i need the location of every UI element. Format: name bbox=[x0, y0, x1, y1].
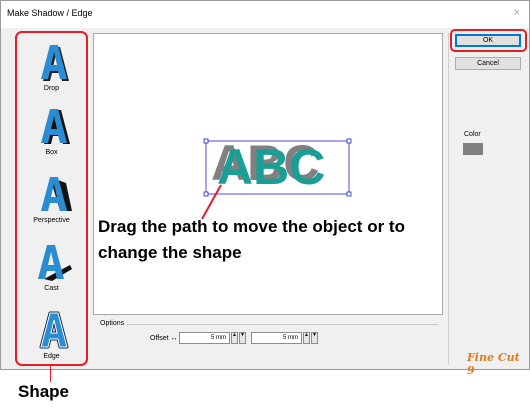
offset-label: Offset ↔ bbox=[150, 335, 178, 342]
shape-callout-line bbox=[50, 364, 51, 382]
shape-group-highlight bbox=[15, 31, 88, 366]
selection-handle bbox=[203, 191, 209, 197]
offset-x-spin-up-icon[interactable]: ▲ bbox=[231, 332, 238, 344]
preview-text: ABC bbox=[217, 139, 325, 195]
options-title: Options bbox=[100, 320, 125, 327]
color-swatch[interactable] bbox=[463, 143, 483, 155]
selection-handle bbox=[346, 191, 352, 197]
close-icon[interactable]: × bbox=[514, 7, 520, 19]
preview-canvas[interactable]: ABC ABC Drag the path to move the object… bbox=[93, 33, 443, 315]
fine-cut-logo: Fine Cut 9 bbox=[467, 351, 520, 377]
offset-x-spin-down-icon[interactable]: ▼ bbox=[239, 332, 246, 344]
horizontal-arrow-icon: ↔ bbox=[170, 335, 178, 342]
offset-y-spin-down-icon[interactable]: ▼ bbox=[311, 332, 318, 344]
offset-x-input[interactable]: 5 mm bbox=[179, 332, 230, 344]
drag-annotation: Drag the path to move the object or to c… bbox=[98, 217, 405, 262]
make-shadow-edge-dialog: Make Shadow / Edge × Drop Box Perspectiv… bbox=[0, 0, 530, 377]
right-panel-divider bbox=[448, 33, 449, 365]
offset-y-spin-up-icon[interactable]: ▲ bbox=[303, 332, 310, 344]
shape-caption: Shape bbox=[18, 382, 70, 401]
title-bar: Make Shadow / Edge × bbox=[1, 1, 529, 28]
selection-handle bbox=[346, 138, 352, 144]
options-group: Options Offset ↔ 5 mm ▲ ▼ ↕ 5 mm ▲ ▼ bbox=[93, 315, 443, 365]
offset-y-input[interactable]: 5 mm bbox=[251, 332, 302, 344]
options-divider bbox=[127, 324, 438, 325]
preview-drawing: ABC ABC bbox=[201, 135, 352, 220]
color-label: Color bbox=[464, 131, 481, 138]
cancel-button[interactable]: Cancel bbox=[455, 57, 521, 70]
ok-button-highlight bbox=[450, 29, 527, 52]
offset-label-text: Offset bbox=[150, 335, 169, 342]
selection-handle bbox=[203, 138, 209, 144]
window-title: Make Shadow / Edge bbox=[7, 8, 93, 18]
